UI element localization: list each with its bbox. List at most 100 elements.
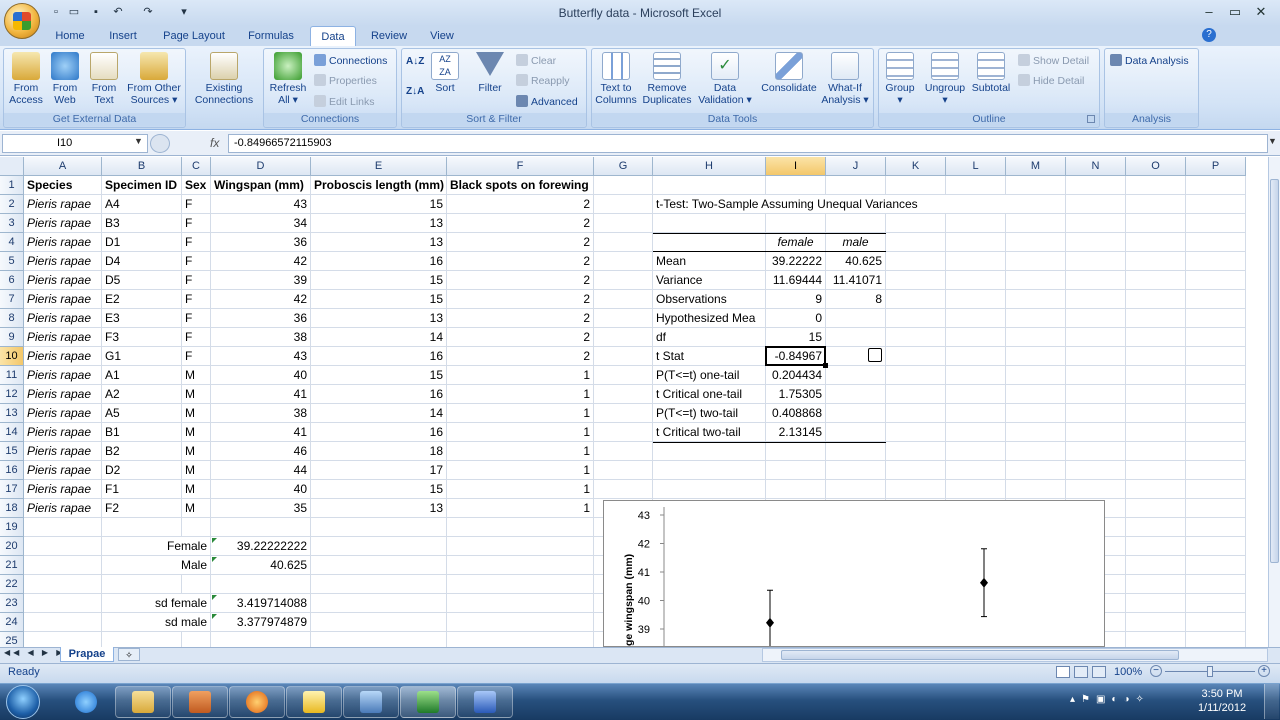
data-cell[interactable]: 39 <box>211 271 311 290</box>
cell[interactable] <box>24 537 102 556</box>
data-cell[interactable]: Pieris rapae <box>24 195 102 214</box>
data-cell[interactable]: B3 <box>102 214 182 233</box>
data-cell[interactable]: Pieris rapae <box>24 233 102 252</box>
data-cell[interactable]: B1 <box>102 423 182 442</box>
taskbar-word[interactable] <box>457 686 513 718</box>
cell[interactable] <box>1006 195 1066 214</box>
ttest-female-value[interactable]: 9 <box>766 290 826 309</box>
data-cell[interactable]: 13 <box>311 499 447 518</box>
cell[interactable] <box>447 556 594 575</box>
data-cell[interactable]: 34 <box>211 214 311 233</box>
row-header[interactable]: 9 <box>0 328 24 347</box>
ttest-label[interactable]: t Critical one-tail <box>653 385 766 404</box>
cell[interactable] <box>946 442 1006 461</box>
cell[interactable] <box>594 480 653 499</box>
ttest-male-value[interactable] <box>826 309 886 328</box>
cell[interactable] <box>1126 271 1186 290</box>
data-cell[interactable]: 36 <box>211 233 311 252</box>
cell[interactable] <box>447 575 594 594</box>
cell[interactable] <box>1126 366 1186 385</box>
cell[interactable] <box>102 575 182 594</box>
data-cell[interactable]: Pieris rapae <box>24 499 102 518</box>
data-cell[interactable]: A4 <box>102 195 182 214</box>
cell[interactable] <box>447 613 594 632</box>
cell[interactable] <box>447 537 594 556</box>
clock[interactable]: 3:50 PM 1/11/2012 <box>1190 687 1254 715</box>
cell[interactable] <box>946 309 1006 328</box>
from-other-sources-button[interactable]: From Other Sources ▾ <box>124 52 184 106</box>
data-cell[interactable]: 1 <box>447 423 594 442</box>
data-cell[interactable]: 38 <box>211 328 311 347</box>
cell[interactable] <box>946 328 1006 347</box>
row-header[interactable]: 13 <box>0 404 24 423</box>
data-cell[interactable]: 44 <box>211 461 311 480</box>
cell[interactable] <box>1006 233 1066 252</box>
data-cell[interactable]: Pieris rapae <box>24 366 102 385</box>
data-cell[interactable]: E3 <box>102 309 182 328</box>
ttest-col-female[interactable]: female <box>766 233 826 252</box>
column-title[interactable]: Wingspan (mm) <box>211 176 311 195</box>
cell[interactable] <box>1186 423 1246 442</box>
tab-page-layout[interactable]: Page Layout <box>158 26 230 46</box>
cell[interactable] <box>211 575 311 594</box>
cell[interactable] <box>1186 461 1246 480</box>
data-cell[interactable]: 1 <box>447 442 594 461</box>
cell[interactable] <box>1186 480 1246 499</box>
ttest-label[interactable]: Hypothesized Mea <box>653 309 766 328</box>
column-header-m[interactable]: M <box>1006 157 1066 176</box>
cell[interactable] <box>946 271 1006 290</box>
cell[interactable] <box>1006 385 1066 404</box>
cell[interactable] <box>766 176 826 195</box>
data-cell[interactable]: Pieris rapae <box>24 442 102 461</box>
tab-insert[interactable]: Insert <box>100 26 146 46</box>
cell[interactable] <box>311 632 447 647</box>
ttest-male-value[interactable] <box>826 328 886 347</box>
data-cell[interactable]: 2 <box>447 233 594 252</box>
cell[interactable] <box>1186 290 1246 309</box>
cell[interactable] <box>211 632 311 647</box>
ttest-male-value[interactable] <box>826 404 886 423</box>
ttest-female-value[interactable]: 0 <box>766 309 826 328</box>
sheet-tab-prapae[interactable]: Prapae <box>60 647 114 662</box>
what-if-analysis-button[interactable]: What-If Analysis ▾ <box>820 52 870 106</box>
data-validation-button[interactable]: ✓ Data Validation ▾ <box>696 52 754 106</box>
group-button[interactable]: Group ▾ <box>880 52 920 106</box>
data-cell[interactable]: 16 <box>311 347 447 366</box>
cell[interactable] <box>886 309 946 328</box>
cell[interactable] <box>594 366 653 385</box>
data-cell[interactable]: Pieris rapae <box>24 404 102 423</box>
column-header-f[interactable]: F <box>447 157 594 176</box>
ttest-male-value[interactable] <box>826 423 886 442</box>
row-header[interactable]: 1 <box>0 176 24 195</box>
cell[interactable] <box>594 176 653 195</box>
data-cell[interactable]: 16 <box>311 252 447 271</box>
data-cell[interactable]: 17 <box>311 461 447 480</box>
cell[interactable] <box>1006 404 1066 423</box>
name-box-dropdown-icon[interactable]: ▼ <box>134 136 143 146</box>
cell[interactable] <box>886 176 946 195</box>
row-header[interactable]: 8 <box>0 309 24 328</box>
cell[interactable] <box>1126 594 1186 613</box>
consolidate-button[interactable]: Consolidate <box>758 52 820 94</box>
column-header-k[interactable]: K <box>886 157 946 176</box>
taskbar-ie[interactable] <box>58 686 114 718</box>
column-header-p[interactable]: P <box>1186 157 1246 176</box>
cell[interactable] <box>1126 347 1186 366</box>
cell[interactable] <box>1186 233 1246 252</box>
sort-button[interactable]: AZ ZA Sort <box>428 52 462 94</box>
page-layout-view-icon[interactable] <box>1074 666 1088 678</box>
data-cell[interactable]: 40 <box>211 480 311 499</box>
data-cell[interactable]: 2 <box>447 252 594 271</box>
data-cell[interactable]: 35 <box>211 499 311 518</box>
data-cell[interactable]: 18 <box>311 442 447 461</box>
data-cell[interactable]: F1 <box>102 480 182 499</box>
data-cell[interactable]: 2 <box>447 347 594 366</box>
advanced-filter-button[interactable]: Advanced <box>516 95 578 109</box>
column-header-d[interactable]: D <box>211 157 311 176</box>
cell[interactable] <box>594 442 653 461</box>
cell[interactable] <box>594 385 653 404</box>
data-cell[interactable]: 2 <box>447 195 594 214</box>
zoom-slider-thumb[interactable] <box>1207 666 1213 677</box>
cell[interactable] <box>311 556 447 575</box>
filter-button[interactable]: Filter <box>470 52 510 94</box>
